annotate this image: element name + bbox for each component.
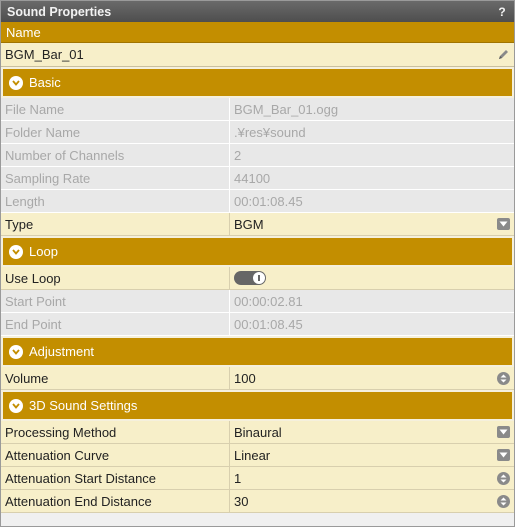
row-sampling-rate: Sampling Rate 44100 [1,167,514,190]
section-3d-sound-title: 3D Sound Settings [29,398,138,413]
row-use-loop: Use Loop [1,267,514,290]
attenuation-end-value: 30 [234,493,249,509]
row-volume: Volume 100 [1,367,514,390]
name-header: Name [1,22,514,43]
panel-title: Sound Properties [7,4,112,19]
sampling-rate-value: 44100 [234,170,271,186]
name-value: BGM_Bar_01 [5,47,84,62]
row-processing-method: Processing Method Binaural [1,421,514,444]
length-value: 00:01:08.45 [234,193,303,209]
row-file-name: File Name BGM_Bar_01.ogg [1,98,514,121]
panel-titlebar: Sound Properties ? [1,1,514,22]
section-3d-sound[interactable]: 3D Sound Settings [1,390,514,421]
chevron-down-icon [9,75,23,90]
section-adjustment-title: Adjustment [29,344,95,359]
row-start-point: Start Point 00:00:02.81 [1,290,514,313]
channels-value: 2 [234,147,242,163]
attenuation-curve-label: Attenuation Curve [1,444,230,466]
sound-properties-panel: Sound Properties ? Name BGM_Bar_01 Basic… [0,0,515,527]
end-point-value: 00:01:08.45 [234,316,303,332]
type-select[interactable]: BGM [230,213,514,235]
use-loop-label: Use Loop [1,267,230,289]
volume-stepper[interactable]: 100 [230,367,514,389]
row-length: Length 00:01:08.45 [1,190,514,213]
dropdown-icon[interactable] [497,218,510,230]
section-basic[interactable]: Basic [1,67,514,98]
name-field[interactable]: BGM_Bar_01 [1,43,514,67]
use-loop-toggle[interactable] [234,271,266,285]
section-basic-title: Basic [29,75,61,90]
file-name-value: BGM_Bar_01.ogg [234,101,339,117]
row-attenuation-end: Attenuation End Distance 30 [1,490,514,513]
volume-value: 100 [234,370,256,386]
section-loop-title: Loop [29,244,58,259]
row-attenuation-start: Attenuation Start Distance 1 [1,467,514,490]
attenuation-curve-value: Linear [234,447,271,463]
dropdown-icon[interactable] [497,449,510,461]
length-label: Length [1,190,230,212]
spinner-icon[interactable] [497,494,510,508]
spinner-icon[interactable] [497,371,510,385]
processing-method-value: Binaural [234,424,282,440]
attenuation-end-stepper[interactable]: 30 [230,490,514,512]
chevron-down-icon [9,344,23,359]
start-point-value: 00:00:02.81 [234,293,303,309]
file-name-label: File Name [1,98,230,120]
folder-name-label: Folder Name [1,121,230,143]
attenuation-start-value: 1 [234,470,242,486]
name-header-label: Name [6,24,41,40]
end-point-label: End Point [1,313,230,335]
type-value: BGM [234,216,264,232]
volume-label: Volume [1,367,230,389]
row-folder-name: Folder Name .¥res¥sound [1,121,514,144]
processing-method-select[interactable]: Binaural [230,421,514,443]
folder-name-value: .¥res¥sound [234,124,306,140]
section-loop[interactable]: Loop [1,236,514,267]
pencil-icon[interactable] [496,48,510,62]
row-attenuation-curve: Attenuation Curve Linear [1,444,514,467]
chevron-down-icon [9,398,23,413]
attenuation-curve-select[interactable]: Linear [230,444,514,466]
sampling-rate-label: Sampling Rate [1,167,230,189]
section-adjustment[interactable]: Adjustment [1,336,514,367]
dropdown-icon[interactable] [497,426,510,438]
help-icon[interactable]: ? [496,5,508,19]
row-channels: Number of Channels 2 [1,144,514,167]
attenuation-start-label: Attenuation Start Distance [1,467,230,489]
processing-method-label: Processing Method [1,421,230,443]
row-type: Type BGM [1,213,514,236]
type-label: Type [1,213,230,235]
channels-label: Number of Channels [1,144,230,166]
attenuation-end-label: Attenuation End Distance [1,490,230,512]
start-point-label: Start Point [1,290,230,312]
row-end-point: End Point 00:01:08.45 [1,313,514,336]
attenuation-start-stepper[interactable]: 1 [230,467,514,489]
chevron-down-icon [9,244,23,259]
spinner-icon[interactable] [497,471,510,485]
